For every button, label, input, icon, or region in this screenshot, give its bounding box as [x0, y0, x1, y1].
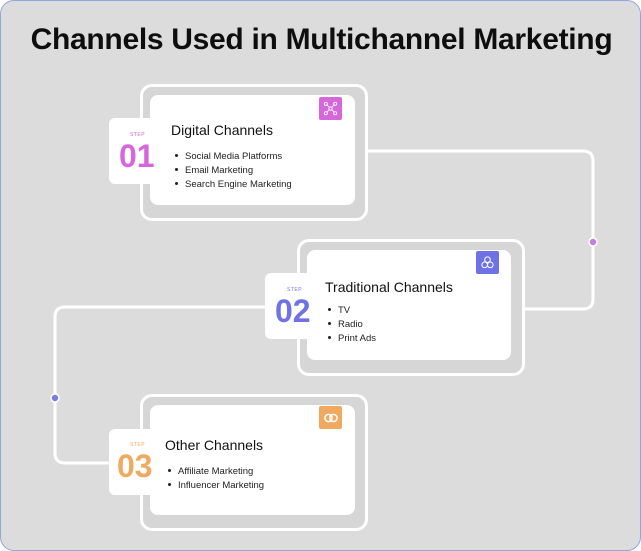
step-item-list: TV Radio Print Ads [328, 304, 376, 346]
infographic-frame: Channels Used in Multichannel Marketing … [0, 0, 641, 551]
flower-icon [476, 251, 499, 274]
list-item: Print Ads [328, 332, 376, 346]
step-number: 02 [275, 293, 311, 329]
step-heading: Other Channels [165, 437, 264, 453]
step-heading: Digital Channels [171, 122, 273, 138]
list-item: Influencer Marketing [168, 479, 264, 493]
connector-dot [50, 393, 60, 403]
list-item: Search Engine Marketing [175, 178, 292, 192]
step-item-list: Affiliate Marketing Influencer Marketing [168, 465, 264, 493]
rings-icon [319, 406, 342, 429]
list-item: Radio [328, 318, 376, 332]
list-item: Email Marketing [175, 164, 292, 178]
list-item: Social Media Platforms [175, 150, 292, 164]
network-icon [319, 97, 342, 120]
step-number: 03 [117, 448, 153, 484]
step-heading: Traditional Channels [325, 279, 453, 295]
step-number: 01 [119, 138, 155, 174]
list-item: Affiliate Marketing [168, 465, 264, 479]
step-item-list: Social Media Platforms Email Marketing S… [175, 150, 292, 192]
list-item: TV [328, 304, 376, 318]
connector-dot [588, 237, 598, 247]
